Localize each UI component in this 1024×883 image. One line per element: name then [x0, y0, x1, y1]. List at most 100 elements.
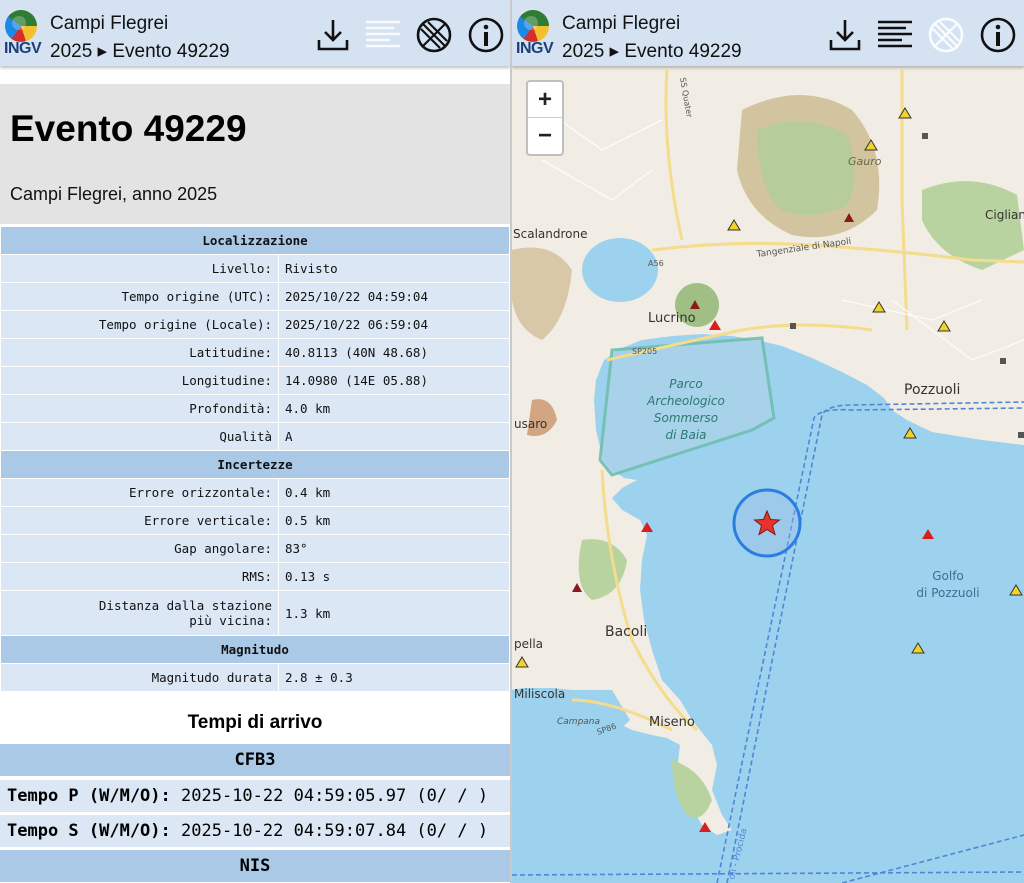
row-label-line2: più vicina: — [189, 613, 272, 628]
place-label: Cigliano — [985, 208, 1024, 222]
row-value: 0.13 s — [278, 562, 510, 591]
table-row: RMS: 0.13 s — [0, 562, 510, 591]
section-localizzazione: Localizzazione — [0, 226, 510, 255]
place-label: Lucrino — [648, 311, 696, 326]
row-label-line1: Distanza dalla stazione — [98, 598, 272, 613]
map-panel: INGV Campi Flegrei 2025 ▸ Evento 49229 S… — [512, 0, 1024, 883]
arrival-row-s: Tempo S (W/M/O): 2025-10-22 04:59:07.84 … — [0, 815, 510, 847]
place-label: usaro — [514, 417, 547, 431]
row-label: Qualità — [0, 422, 279, 451]
arrival-row-p: Tempo P (W/M/O): 2025-10-22 04:59:05.97 … — [0, 780, 510, 812]
left-header-bar: INGV Campi Flegrei 2025 ▸ Evento 49229 — [0, 0, 510, 66]
zoom-control: + − — [526, 80, 564, 156]
arrival-label: Tempo P (W/M/O): — [7, 786, 171, 806]
event-info-table: Localizzazione Livello: Rivisto Tempo ori… — [0, 226, 510, 692]
table-row: Gap angolare: 83° — [0, 534, 510, 563]
table-row: Profondità: 4.0 km — [0, 394, 510, 423]
no-filter-icon[interactable] — [415, 16, 453, 54]
info-icon[interactable] — [979, 16, 1017, 54]
row-label: Latitudine: — [0, 338, 279, 367]
event-header: Evento 49229 Campi Flegrei, anno 2025 — [0, 84, 510, 224]
table-row: Livello: Rivisto — [0, 254, 510, 283]
arrivals-title: Tempi di arrivo — [187, 712, 323, 733]
place-label: Scalandrone — [513, 227, 587, 241]
place-label: Gauro — [848, 155, 882, 168]
info-icon[interactable] — [467, 16, 505, 54]
section-incertezze: Incertezze — [0, 450, 510, 479]
row-label: RMS: — [0, 562, 279, 591]
arrival-value: 2025-10-22 04:59:07.84 (0/ / ) — [181, 821, 489, 841]
row-label: Tempo origine (UTC): — [0, 282, 279, 311]
section-header: Localizzazione — [0, 226, 510, 255]
right-header-bar: INGV Campi Flegrei 2025 ▸ Evento 49229 — [512, 0, 1024, 66]
logo-text: INGV — [4, 40, 42, 57]
station-header-cfb3: CFB3 — [0, 744, 510, 776]
table-row: Tempo origine (UTC): 2025/10/22 04:59:04 — [0, 282, 510, 311]
row-value: 0.4 km — [278, 478, 510, 507]
event-map[interactable]: Scalandrone Lucrino Pozzuoli Bacoli Mise… — [512, 66, 1024, 883]
download-icon[interactable] — [314, 16, 352, 54]
table-row: Errore verticale: 0.5 km — [0, 506, 510, 535]
gulf-label-line: di Pozzuoli — [916, 586, 979, 600]
row-label: Errore verticale: — [0, 506, 279, 535]
table-row: Latitudine: 40.8113 (40N 48.68) — [0, 338, 510, 367]
list-icon[interactable] — [876, 16, 914, 54]
road-label: Campana — [557, 717, 600, 727]
app-title: Campi Flegrei — [562, 13, 681, 34]
zoom-in-button[interactable]: + — [528, 82, 562, 118]
table-row: Longitudine: 14.0980 (14E 05.88) — [0, 366, 510, 395]
place-label: Miseno — [649, 715, 695, 730]
row-value: 0.5 km — [278, 506, 510, 535]
row-label: Tempo origine (Locale): — [0, 310, 279, 339]
row-label: Gap angolare: — [0, 534, 279, 563]
park-label-line: Parco — [669, 377, 702, 391]
row-value: 4.0 km — [278, 394, 510, 423]
no-filter-icon — [927, 16, 965, 54]
event-detail-panel: INGV Campi Flegrei 2025 ▸ Evento 49229 E… — [0, 0, 510, 883]
event-description: Campi Flegrei, anno 2025 — [10, 184, 218, 204]
globe-icon — [517, 10, 549, 42]
ingv-logo[interactable]: INGV — [516, 10, 554, 64]
arrival-label: Tempo S (W/M/O): — [7, 821, 171, 841]
list-icon — [364, 16, 402, 54]
section-magnitudo: Magnitudo — [0, 635, 510, 664]
row-value: A — [278, 422, 510, 451]
park-label-line: Sommerso — [654, 411, 718, 425]
park-label-line: Archeologico — [646, 394, 725, 408]
place-label: Pozzuoli — [904, 382, 960, 398]
event-title: Evento 49229 — [10, 108, 247, 149]
section-header: Magnitudo — [0, 635, 510, 664]
row-value: 14.0980 (14E 05.88) — [278, 366, 510, 395]
table-row: Errore orizzontale: 0.4 km — [0, 478, 510, 507]
row-label: Magnitudo durata — [0, 663, 279, 692]
row-label: Distanza dalla stazione più vicina: — [0, 590, 279, 636]
place-label: pella — [514, 637, 543, 651]
zoom-out-button[interactable]: − — [528, 118, 562, 153]
row-label: Livello: — [0, 254, 279, 283]
row-value: 40.8113 (40N 48.68) — [278, 338, 510, 367]
road-label: A56 — [648, 259, 664, 268]
lake — [582, 238, 658, 302]
row-value: 1.3 km — [278, 590, 510, 636]
table-row: Qualità A — [0, 422, 510, 451]
ingv-logo[interactable]: INGV — [4, 10, 42, 64]
station-header-nis: NIS — [0, 850, 510, 882]
breadcrumb[interactable]: 2025 ▸ Evento 49229 — [562, 40, 742, 63]
row-value: 2.8 ± 0.3 — [278, 663, 510, 692]
app-title: Campi Flegrei — [50, 13, 169, 34]
row-value: 2025/10/22 06:59:04 — [278, 310, 510, 339]
row-value: 2025/10/22 04:59:04 — [278, 282, 510, 311]
logo-text: INGV — [516, 40, 554, 57]
road-label: SP205 — [632, 347, 657, 356]
section-header: Incertezze — [0, 450, 510, 479]
row-label: Errore orizzontale: — [0, 478, 279, 507]
download-icon[interactable] — [826, 16, 864, 54]
table-row: Magnitudo durata 2.8 ± 0.3 — [0, 663, 510, 692]
row-label: Longitudine: — [0, 366, 279, 395]
row-label: Profondità: — [0, 394, 279, 423]
breadcrumb[interactable]: 2025 ▸ Evento 49229 — [50, 40, 230, 63]
row-value: Rivisto — [278, 254, 510, 283]
table-row: Distanza dalla stazione più vicina: 1.3 km — [0, 590, 510, 636]
park-label-line: di Baia — [665, 428, 706, 442]
arrival-value: 2025-10-22 04:59:05.97 (0/ / ) — [181, 786, 489, 806]
